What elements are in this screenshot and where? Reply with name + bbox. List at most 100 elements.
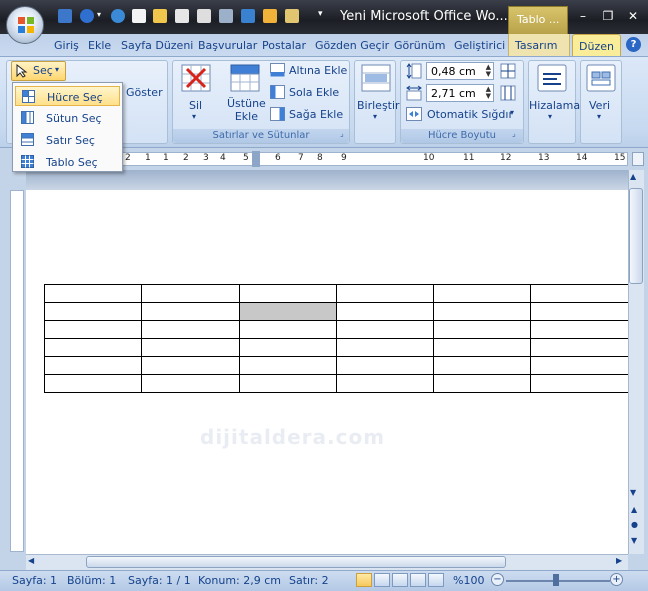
outline-view-icon[interactable] [410, 573, 426, 587]
scroll-up-icon[interactable]: ▲ [630, 172, 636, 181]
table-cell [141, 356, 240, 375]
table-cell [238, 320, 337, 339]
undo-dropdown-icon[interactable]: ▾ [97, 10, 101, 19]
delete-button[interactable]: Sil ▾ [178, 64, 214, 124]
spin-arrows-icon[interactable]: ▲ ▼ [486, 64, 491, 78]
select-cell-item[interactable]: Hücre Seç [15, 86, 120, 106]
data-button[interactable]: Veri ▾ [580, 62, 622, 124]
insert-below-button[interactable]: Altına Ekle [270, 62, 348, 80]
print-layout-view-icon[interactable] [356, 573, 372, 587]
status-section[interactable]: Bölüm: 1 [67, 574, 116, 587]
print-icon[interactable] [219, 9, 233, 23]
table-cell [530, 374, 628, 393]
tab-gozden-gecir[interactable]: Gözden Geçir [309, 37, 395, 56]
table-cell [238, 338, 337, 357]
draft-view-icon[interactable] [428, 573, 444, 587]
insert-right-label: Sağa Ekle [289, 108, 344, 121]
document-table[interactable] [43, 284, 628, 393]
ruler-tick: 1 [163, 153, 169, 163]
tab-tasarim[interactable]: Tasarım [508, 34, 570, 56]
cell-size-launcher-icon[interactable]: ⌟ [512, 129, 516, 138]
tab-duzen[interactable]: Düzen [572, 34, 621, 57]
insert-above-button[interactable]: Üstüne Ekle [224, 62, 266, 124]
select-column-item[interactable]: Sütun Seç [15, 108, 120, 128]
vertical-scroll-thumb[interactable] [629, 188, 643, 284]
indent-marker-icon[interactable] [252, 151, 260, 167]
minimize-button[interactable]: – [572, 6, 594, 26]
tab-gelistirici[interactable]: Geliştirici [448, 37, 511, 56]
vertical-ruler[interactable] [10, 190, 24, 552]
table-cell [335, 284, 435, 303]
next-page-icon[interactable]: ▼ [631, 536, 637, 545]
alignment-button[interactable]: Hizalama ▾ [528, 62, 580, 124]
delete-table-icon [181, 64, 211, 92]
save-icon[interactable] [58, 9, 72, 23]
status-position[interactable]: Konum: 2,9 cm [198, 574, 281, 587]
rows-columns-launcher-icon[interactable]: ⌟ [340, 129, 344, 138]
open-folder-icon[interactable] [153, 9, 167, 23]
insert-below-label: Altına Ekle [289, 64, 348, 77]
zoom-out-icon[interactable]: − [491, 573, 504, 586]
previous-page-icon[interactable]: ▲ [631, 505, 637, 514]
select-row-item[interactable]: Satır Seç [15, 130, 120, 150]
scroll-right-icon[interactable]: ▶ [616, 556, 622, 565]
spin-arrows-icon[interactable]: ▲ ▼ [486, 86, 491, 100]
close-button[interactable]: ✕ [622, 6, 644, 26]
autofit-button[interactable]: Otomatik Sığdır ▾ [406, 106, 522, 124]
preview-icon[interactable] [197, 9, 211, 23]
full-screen-reading-icon[interactable] [374, 573, 390, 587]
distribute-columns-icon[interactable] [500, 85, 516, 101]
select-table-label: Tablo Seç [46, 156, 98, 169]
scroll-down-icon[interactable]: ▼ [630, 488, 636, 497]
distribute-rows-icon[interactable] [500, 63, 516, 79]
spelling-icon[interactable] [241, 9, 255, 23]
alignment-icon [537, 64, 567, 92]
zoom-in-icon[interactable]: + [610, 573, 623, 586]
status-page[interactable]: Sayfa: 1 [12, 574, 57, 587]
edit-icon[interactable] [285, 9, 299, 23]
new-document-icon[interactable] [132, 9, 146, 23]
print-preview-icon[interactable] [175, 9, 189, 23]
table-cell [432, 284, 532, 303]
merge-dropdown-icon: ▾ [373, 112, 378, 121]
redo-icon[interactable] [111, 9, 125, 23]
undo-icon[interactable] [80, 9, 94, 23]
document-page[interactable] [26, 170, 628, 554]
table-cell [335, 302, 435, 321]
tab-sayfa-duzeni[interactable]: Sayfa Düzeni [115, 37, 199, 56]
column-width-input[interactable]: 2,71 cm ▲ ▼ [426, 84, 494, 102]
horizontal-scroll-thumb[interactable] [86, 556, 506, 568]
table-cell [335, 338, 435, 357]
zoom-slider-thumb[interactable] [553, 574, 559, 586]
row-height-input[interactable]: 0,48 cm ▲ ▼ [426, 62, 494, 80]
status-line[interactable]: Satır: 2 [289, 574, 329, 587]
tab-basvurular[interactable]: Başvurular [192, 37, 263, 56]
format-painter-icon[interactable] [263, 9, 277, 23]
help-icon[interactable]: ? [626, 37, 641, 52]
select-table-item[interactable]: Tablo Seç [15, 152, 120, 172]
select-column-label: Sütun Seç [46, 112, 102, 125]
merge-button[interactable]: Birleştir ▾ [356, 62, 400, 124]
ruler-tick: 6 [275, 153, 281, 163]
table-cell [432, 320, 532, 339]
insert-left-button[interactable]: Sola Ekle [270, 84, 348, 102]
row-height-value: 0,48 cm [431, 65, 476, 78]
customize-qat-icon[interactable]: ▾ [318, 9, 323, 19]
restore-button[interactable]: ❐ [597, 6, 619, 26]
tab-ekle[interactable]: Ekle [82, 37, 117, 56]
window-title: Yeni Microsoft Office Wo... [340, 9, 508, 24]
browse-object-icon[interactable]: ● [631, 520, 638, 529]
show-gridlines-label[interactable]: Göster [126, 86, 163, 99]
tab-postalar[interactable]: Postalar [256, 37, 312, 56]
tab-giris[interactable]: Giriş [48, 37, 85, 56]
scroll-left-icon[interactable]: ◀ [28, 556, 34, 565]
web-layout-icon[interactable] [392, 573, 408, 587]
insert-left-icon [270, 85, 285, 99]
tab-gorunum[interactable]: Görünüm [388, 37, 451, 56]
select-dropdown-icon: ▾ [55, 65, 60, 74]
zoom-level[interactable]: %100 [453, 574, 484, 587]
office-button[interactable] [6, 6, 44, 44]
view-ruler-icon[interactable] [632, 152, 644, 166]
status-pages[interactable]: Sayfa: 1 / 1 [128, 574, 191, 587]
insert-right-button[interactable]: Sağa Ekle [270, 106, 348, 124]
